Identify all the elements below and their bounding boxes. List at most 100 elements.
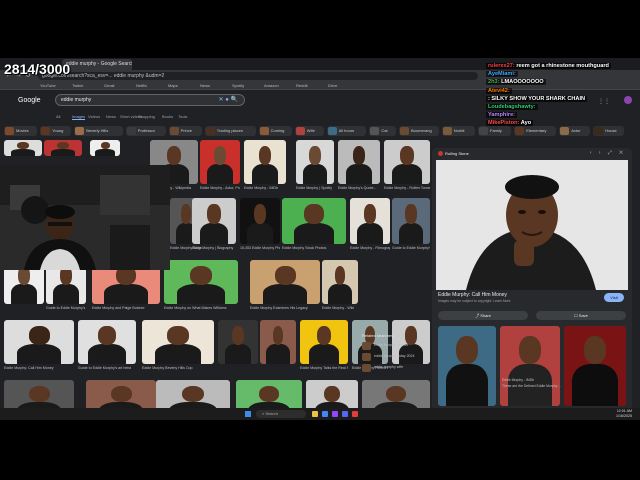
image-result[interactable] xyxy=(322,260,358,304)
discord-icon[interactable] xyxy=(342,411,348,417)
save-button[interactable]: ☐ Save xyxy=(536,311,626,320)
image-result[interactable] xyxy=(338,140,380,184)
thumbnail-face xyxy=(28,385,50,403)
image-caption[interactable]: Eddie Murphy - IMDb xyxy=(244,186,286,190)
bookmark-item[interactable]: Gmail xyxy=(104,83,114,88)
image-result[interactable] xyxy=(244,140,286,184)
image-result[interactable] xyxy=(282,198,346,244)
image-result[interactable] xyxy=(90,140,120,156)
image-result[interactable] xyxy=(240,198,280,244)
clock[interactable]: 12:01 AM 1/16/2025 xyxy=(616,409,632,418)
tab-news[interactable]: News xyxy=(106,114,116,119)
preview-title[interactable]: Eddie Murphy: Call Him Money xyxy=(438,292,507,298)
image-caption[interactable]: Eddie Murphy Talks the Real Story of... xyxy=(300,366,348,370)
bookmark-item[interactable]: Drive xyxy=(328,83,337,88)
image-caption[interactable]: 15,453 Eddie Murphy Photos & High... xyxy=(240,246,280,250)
url-field[interactable]: google.com/search?sca_esv=... eddie murp… xyxy=(38,72,478,80)
image-caption[interactable]: Eddie Murphy - Actor, Producer... xyxy=(200,186,240,190)
related-search-item[interactable]: eddie murphy wife xyxy=(362,363,432,374)
image-caption[interactable]: Eddie Murphy - Wiki xyxy=(322,306,358,310)
twitch-icon[interactable] xyxy=(332,411,338,417)
tab-shopping[interactable]: Shopping xyxy=(138,114,155,119)
browser-tab[interactable]: eddie murphy - Google Search xyxy=(62,59,132,70)
image-result[interactable] xyxy=(384,140,430,184)
filter-chip[interactable]: Trading places xyxy=(204,126,256,136)
tab-images[interactable]: Images xyxy=(72,114,86,120)
image-caption[interactable]: Eddie Murphy and Paige Butcher xyxy=(92,306,160,310)
related-thumbnail xyxy=(362,342,371,350)
preview-image[interactable] xyxy=(436,160,628,290)
filter-chip[interactable]: Wife xyxy=(294,126,324,136)
filter-chip[interactable]: Movies xyxy=(4,126,38,136)
image-caption[interactable]: Eddie Murphy Examines His Legacy xyxy=(250,306,320,310)
image-result[interactable] xyxy=(296,140,334,184)
filter-chip[interactable]: Coming xyxy=(258,126,292,136)
image-caption[interactable]: Guide to Eddie Murphy's art heist xyxy=(78,366,136,370)
image-result[interactable] xyxy=(164,260,238,304)
image-caption[interactable]: Eddie Murphy Beverly Hills Cop xyxy=(142,366,214,370)
thumbnail-face xyxy=(259,385,279,403)
more-image-2[interactable] xyxy=(500,326,560,406)
thumbnail-figure xyxy=(50,148,76,156)
image-result[interactable] xyxy=(300,320,348,364)
obs-icon[interactable] xyxy=(352,411,358,417)
related-search-item[interactable]: eddie murphy today 2024 xyxy=(362,352,432,363)
preview-source[interactable]: Rolling Stone xyxy=(438,151,469,157)
more-image-1[interactable] xyxy=(438,326,496,406)
search-input[interactable]: eddie murphy ✕ ● 🔍 xyxy=(55,94,245,106)
chrome-icon[interactable] xyxy=(322,411,328,417)
image-result[interactable] xyxy=(4,140,42,156)
image-result[interactable] xyxy=(192,198,236,244)
filter-chip[interactable]: Boomerang xyxy=(399,126,439,136)
image-caption[interactable]: Eddie Murphy | Biography xyxy=(192,246,236,250)
bookmark-item[interactable]: News xyxy=(200,83,210,88)
tab-all[interactable]: All xyxy=(56,114,60,119)
search-icon[interactable]: ✕ ● 🔍 xyxy=(219,95,238,106)
image-caption[interactable]: Eddie Murphy Stock Photos xyxy=(282,246,346,250)
more-image-3[interactable] xyxy=(564,326,626,406)
image-result[interactable] xyxy=(44,140,82,156)
related-search-item[interactable]: eddie murphy partner xyxy=(362,341,432,352)
filter-chip[interactable]: Young xyxy=(40,126,72,136)
google-logo[interactable]: Google xyxy=(18,97,41,104)
filter-chip[interactable]: Norbit xyxy=(441,126,475,136)
image-result[interactable] xyxy=(78,320,136,364)
image-result[interactable] xyxy=(350,198,390,244)
preview-controls[interactable]: ‹ › ⤢ ✕ xyxy=(590,150,626,156)
image-result[interactable] xyxy=(142,320,214,364)
taskbar-search[interactable]: ⌕ Search xyxy=(256,410,306,418)
image-caption[interactable]: Eddie Murphy on What Makes Williams xyxy=(164,306,238,310)
filter-chip[interactable]: Beverly Hills xyxy=(74,126,123,136)
share-button[interactable]: ⤴ Share xyxy=(438,311,528,320)
bookmark-item[interactable]: Spotify xyxy=(232,83,244,88)
image-result[interactable] xyxy=(260,320,296,364)
image-caption[interactable]: Eddie Murphy - Rotten Tomatoes xyxy=(384,186,430,190)
image-caption[interactable]: Guide to Eddie Murphy's Life xyxy=(392,246,430,250)
image-caption[interactable]: Eddie Murphy's Quote... xyxy=(338,186,380,190)
tab-tools[interactable]: Tools xyxy=(178,114,187,119)
filter-chip[interactable]: Professor xyxy=(125,126,166,136)
image-caption[interactable]: Eddie Murphy - Filmography xyxy=(350,246,390,250)
filter-chip[interactable]: All hours xyxy=(326,126,367,136)
bookmark-item[interactable]: Reddit xyxy=(296,83,308,88)
visit-button[interactable]: Visit xyxy=(604,293,624,302)
image-result[interactable] xyxy=(392,198,430,244)
image-result[interactable] xyxy=(4,320,74,364)
image-caption[interactable]: Eddie Murphy: Call Him Money xyxy=(4,366,74,370)
tab-books[interactable]: Books xyxy=(162,114,173,119)
windows-start-icon[interactable] xyxy=(245,411,251,417)
image-caption[interactable]: Guide to Eddie Murphy's Life xyxy=(46,306,86,310)
image-result[interactable] xyxy=(200,140,240,184)
bookmark-item[interactable]: YouTube xyxy=(40,83,56,88)
image-result[interactable] xyxy=(218,320,258,364)
file-explorer-icon[interactable] xyxy=(312,411,318,417)
image-result[interactable] xyxy=(250,260,320,304)
image-caption[interactable]: Eddie Murphy | Spotify xyxy=(296,186,334,190)
bookmark-item[interactable]: Twitch xyxy=(72,83,83,88)
filter-chip[interactable]: Cat xyxy=(369,126,396,136)
bookmark-item[interactable]: Amazon xyxy=(264,83,279,88)
tab-videos[interactable]: Videos xyxy=(88,114,100,119)
bookmark-item[interactable]: Maps xyxy=(168,83,178,88)
filter-chip[interactable]: Prince xyxy=(168,126,202,136)
bookmark-item[interactable]: Netflix xyxy=(136,83,147,88)
